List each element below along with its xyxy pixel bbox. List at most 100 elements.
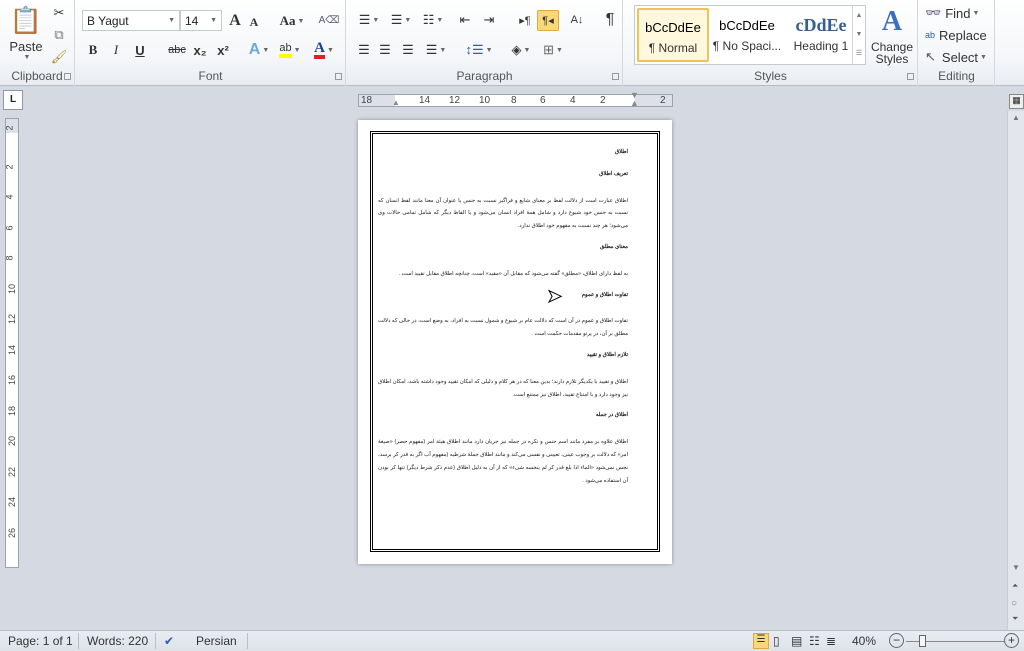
select-browse-object-icon[interactable]: ○ — [1011, 598, 1017, 609]
document-heading[interactable]: تعریف اطلاق — [378, 168, 628, 181]
outline-icon[interactable]: ☷ — [809, 634, 820, 648]
left-indent-marker[interactable]: ▲ — [392, 98, 400, 107]
find-button[interactable]: 👓 Find ▼ — [925, 4, 985, 22]
ruler-label: 14 — [419, 95, 431, 106]
next-page-icon[interactable]: ⏷ — [1012, 614, 1018, 624]
subscript-button[interactable]: x₂ — [190, 40, 210, 60]
proofing-icon[interactable]: ✔ — [164, 634, 174, 648]
scroll-down-icon[interactable]: ▼ — [853, 25, 865, 44]
document-body[interactable]: اطلاق تعریف اطلاق اطلاق عبارت است از دلالت… — [378, 146, 628, 495]
scroll-down-icon[interactable]: ▼ — [1012, 563, 1020, 572]
right-indent-marker[interactable]: ▼ ▲ — [630, 91, 639, 108]
text-effects-icon[interactable]: A ▼ — [246, 40, 272, 60]
chevron-down-icon: ▼ — [168, 17, 175, 24]
decrease-indent-icon[interactable]: ⇤ — [455, 10, 475, 30]
more-styles-icon[interactable]: ☰ — [853, 44, 865, 63]
zoom-in-icon[interactable]: + — [1004, 633, 1019, 648]
align-left-icon[interactable]: ☰ — [355, 40, 373, 60]
zoom-level[interactable]: 40% — [852, 634, 876, 648]
bullets-icon[interactable]: ☰ ▼ — [355, 10, 383, 30]
document-paragraph[interactable]: تفاوت اطلاق و عموم در آن است که دلالت عا… — [378, 315, 628, 341]
print-layout-icon[interactable]: ☰ — [753, 633, 769, 649]
full-screen-reading-icon[interactable]: ▯ — [773, 634, 780, 648]
shading-icon[interactable]: ◈ ▼ — [507, 40, 535, 60]
document-heading[interactable]: تفاوت اطلاق و عموم — [378, 289, 628, 302]
horizontal-ruler[interactable]: 18 14 12 10 8 6 4 2 2 ▲ ▼ ▲ — [358, 91, 673, 108]
page-count[interactable]: Page: 1 of 1 — [8, 634, 73, 648]
tab-selector[interactable]: L — [3, 90, 23, 110]
clipboard-launcher-icon[interactable] — [64, 73, 71, 80]
clipboard-group-label: Clipboard — [11, 69, 63, 83]
select-button[interactable]: ↖ Select ▼ — [925, 48, 993, 66]
document-paragraph[interactable]: اطلاق و تقیید با یکدیگر تلازم دارند؛ بدی… — [378, 376, 628, 402]
zoom-out-icon[interactable]: − — [889, 633, 904, 648]
borders-icon[interactable]: ⊞ ▼ — [539, 40, 567, 60]
previous-page-icon[interactable]: ⏶ — [1012, 581, 1018, 591]
highlight-button[interactable]: ab ▼ — [276, 40, 304, 60]
ltr-icon[interactable]: ▸¶ — [515, 10, 535, 30]
paste-icon[interactable]: 📋 — [8, 3, 44, 37]
superscript-button[interactable]: x² — [213, 40, 233, 60]
grow-font-button[interactable]: A — [226, 10, 244, 31]
style-no-spacing[interactable]: bCcDdEe ¶ No Spaci... — [711, 8, 783, 62]
document-paragraph[interactable]: اطلاق عبارت است از دلالت لفظ بر معنای شا… — [378, 195, 628, 233]
justify-icon[interactable]: ☰ ▼ — [423, 40, 449, 60]
language-indicator[interactable]: Persian — [196, 634, 237, 648]
document-heading[interactable]: اطلاق — [378, 146, 628, 159]
font-size-select[interactable]: 14 ▼ — [180, 10, 222, 31]
document-heading[interactable]: اطلاق در جمله — [378, 409, 628, 422]
italic-button[interactable]: I — [107, 40, 125, 60]
style-heading-1[interactable]: cDdEe Heading 1 — [785, 8, 857, 62]
binoculars-icon: 👓 — [925, 5, 942, 20]
document-page[interactable]: اطلاق تعریف اطلاق اطلاق عبارت است از دلالت… — [358, 120, 672, 564]
font-name-select[interactable]: B Yagut ▼ — [82, 10, 180, 31]
ruler-label: 26 — [7, 527, 18, 538]
show-formatting-icon[interactable]: ¶ — [601, 10, 619, 30]
align-center-icon[interactable]: ☰ — [376, 40, 394, 60]
rtl-icon[interactable]: ¶◂ — [537, 10, 559, 31]
scroll-up-icon[interactable]: ▲ — [853, 6, 865, 25]
paragraph-launcher-icon[interactable] — [612, 73, 619, 80]
multilevel-list-icon[interactable]: ☷ ▼ — [419, 10, 447, 30]
scroll-up-icon[interactable]: ▲ — [1012, 113, 1020, 122]
style-normal[interactable]: bCcDdEe ¶ Normal — [637, 8, 709, 62]
style-name: ¶ No Spaci... — [712, 39, 782, 53]
replace-button[interactable]: ab Replace — [925, 26, 993, 44]
document-heading[interactable]: معنای مطلق — [378, 241, 628, 254]
document-paragraph[interactable]: به لفظ دارای اطلاق، «مطلق» گفته می‌شود ک… — [378, 268, 628, 281]
font-color-button[interactable]: A ▼ — [310, 40, 338, 60]
clear-formatting-icon[interactable]: A⌫ — [319, 10, 340, 31]
font-group: B Yagut ▼ 14 ▼ A A Aa ▼ A⌫ B I U abc x₂ x² … — [76, 0, 346, 86]
ruler-label: 8 — [511, 95, 517, 106]
vertical-ruler[interactable]: 2 2 4 6 8 10 12 14 16 18 20 22 24 26 — [5, 118, 19, 568]
change-styles-icon: A — [881, 6, 903, 37]
styles-scroll[interactable]: ▲ ▼ ☰ — [852, 6, 865, 64]
align-right-icon[interactable]: ☰ — [399, 40, 417, 60]
numbering-icon[interactable]: ☰ ▼ — [387, 10, 415, 30]
web-layout-icon[interactable]: ▤ — [791, 634, 802, 648]
document-paragraph[interactable]: اطلاق علاوه بر مفرد مانند اسم جنس و نکره… — [378, 436, 628, 487]
styles-launcher-icon[interactable] — [907, 73, 914, 80]
document-heading[interactable]: تلازم اطلاق و تقیید — [378, 349, 628, 362]
draft-icon[interactable]: ≣ — [826, 634, 836, 648]
word-count[interactable]: Words: 220 — [87, 634, 148, 648]
sort-icon[interactable]: A↓ — [567, 10, 587, 30]
font-size-value: 14 — [185, 13, 199, 28]
vertical-scrollbar[interactable]: ▦ ▲ ▼ ⏶ ○ ⏷ — [1007, 94, 1024, 630]
zoom-slider-thumb[interactable] — [919, 635, 927, 647]
change-case-button[interactable]: Aa ▼ — [278, 10, 306, 31]
shrink-font-button[interactable]: A — [246, 12, 262, 33]
cut-icon[interactable]: ✂ — [50, 4, 68, 22]
view-ruler-icon[interactable]: ▦ — [1009, 94, 1024, 109]
change-styles-button[interactable]: Change Styles — [868, 40, 916, 66]
copy-icon[interactable]: ⧉ — [50, 26, 68, 44]
bold-button[interactable]: B — [84, 40, 102, 60]
underline-button[interactable]: U — [131, 40, 149, 60]
font-launcher-icon[interactable] — [335, 73, 342, 80]
paste-button[interactable]: Paste ▼ — [4, 38, 48, 62]
format-painter-icon[interactable]: 🖌 — [50, 48, 68, 66]
line-spacing-icon[interactable]: ↕☰ ▼ — [465, 40, 493, 60]
ruler-label: 2 — [660, 95, 666, 106]
strikethrough-button[interactable]: abc — [166, 40, 188, 60]
increase-indent-icon[interactable]: ⇥ — [479, 10, 499, 30]
